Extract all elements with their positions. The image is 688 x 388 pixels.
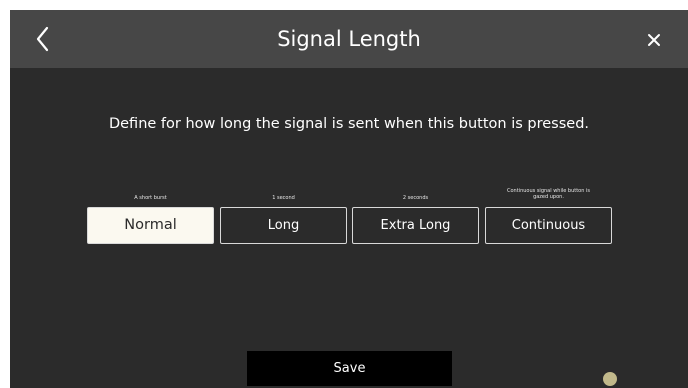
signal-length-dialog: Signal Length Define for how long the si… <box>10 10 688 388</box>
chevron-left-icon <box>36 26 49 52</box>
close-button[interactable] <box>640 26 668 54</box>
instruction-text: Define for how long the signal is sent w… <box>108 116 590 132</box>
option-button-long[interactable]: Long <box>220 207 347 244</box>
option-button-continuous[interactable]: Continuous <box>485 207 612 244</box>
option-button-extra-long[interactable]: Extra Long <box>352 207 479 244</box>
close-icon <box>648 34 660 46</box>
save-button[interactable]: Save <box>247 351 452 386</box>
gaze-indicator <box>603 372 617 386</box>
option-caption: Continuous signal while button is gazed … <box>507 188 590 200</box>
option-button-normal[interactable]: Normal <box>87 207 214 244</box>
back-button[interactable] <box>28 24 58 54</box>
title-bar: Signal Length <box>10 10 688 68</box>
option-caption: A short burst <box>134 195 167 201</box>
page-title: Signal Length <box>277 27 421 51</box>
option-caption: 2 seconds <box>402 195 429 201</box>
option-caption: 1 second <box>272 195 295 201</box>
